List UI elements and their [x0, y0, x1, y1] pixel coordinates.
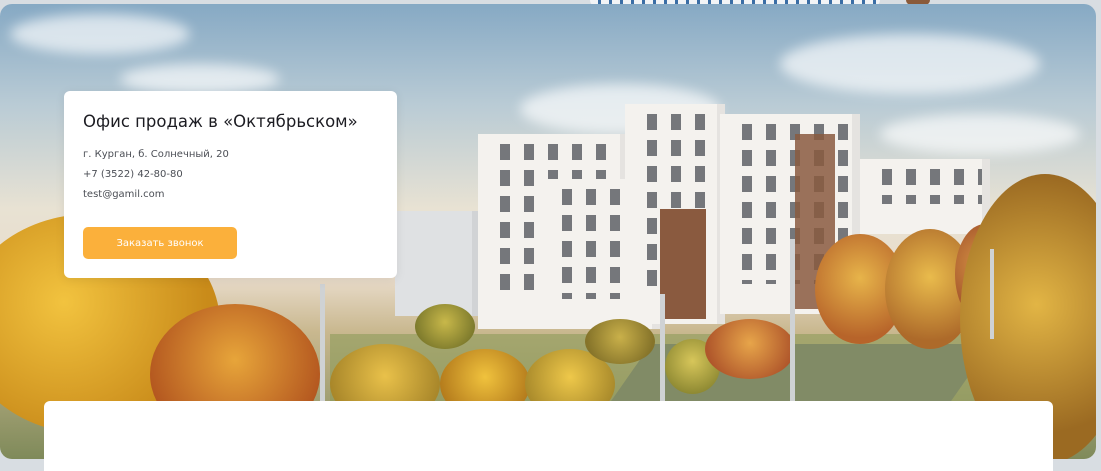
street-lamp — [990, 249, 994, 339]
wood-facade — [660, 209, 706, 319]
order-call-button[interactable]: Заказать звонок — [83, 227, 237, 259]
cloud — [880, 114, 1080, 154]
cloud — [120, 64, 280, 94]
sales-office-card: Офис продаж в «Октябрьском» г. Курган, б… — [64, 91, 397, 278]
street-lamp — [790, 239, 795, 404]
office-phone[interactable]: +7 (3522) 42-80-80 — [83, 169, 183, 180]
cloud — [10, 14, 190, 54]
cloud — [780, 34, 1040, 94]
office-address: г. Курган, б. Солнечный, 20 — [83, 149, 229, 160]
street-lamp — [320, 284, 325, 404]
street-lamp — [660, 294, 665, 404]
background-building — [395, 211, 480, 316]
bottom-content-panel — [44, 401, 1053, 471]
autumn-tree — [585, 319, 655, 364]
office-email[interactable]: test@gamil.com — [83, 189, 165, 200]
office-title: Офис продаж в «Октябрьском» — [83, 112, 358, 131]
autumn-tree — [415, 304, 475, 349]
background-building — [860, 159, 990, 234]
autumn-tree — [705, 319, 795, 379]
